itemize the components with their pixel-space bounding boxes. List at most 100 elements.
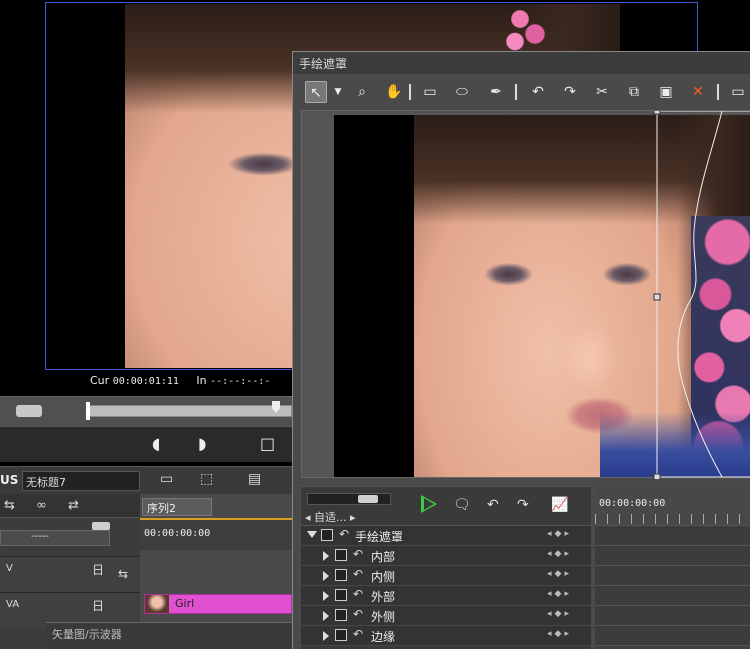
mask-handle xyxy=(653,111,661,115)
open-icon[interactable]: ⬚ xyxy=(200,471,213,487)
undo-icon[interactable]: ↶ xyxy=(487,497,499,513)
cut-icon[interactable]: ✂ xyxy=(591,81,613,103)
keyframe-nav-icon[interactable]: ◂◆▸ xyxy=(547,629,572,639)
chevron-down-icon[interactable]: ▼ xyxy=(327,81,349,103)
expand-icon[interactable] xyxy=(323,571,329,581)
copy-icon[interactable]: ⧉ xyxy=(623,81,645,103)
tree-row[interactable]: ↶ 边缘 ◂◆▸ xyxy=(301,626,591,646)
sync-icon[interactable]: ⇄ xyxy=(68,498,79,513)
tree-row[interactable]: ↶ 外部 ◂◆▸ xyxy=(301,586,591,606)
track-name: V xyxy=(6,563,13,574)
reset-icon[interactable]: ↶ xyxy=(353,607,363,621)
keyframe-timeline[interactable]: 00:00:00:00 xyxy=(595,486,750,649)
hand-drawn-mask-dialog: 手绘遮罩 ↖ ▼ ⌕ ✋ ▭ ⬭ ✒ ↶ ↷ ✂ ⧉ ▣ ✕ ▭ ◂ 自适...… xyxy=(292,51,750,649)
ruler-ticks xyxy=(595,514,750,524)
transport-bar: ◖ ◗ □ xyxy=(0,426,292,462)
ellipse-icon[interactable]: ⬭ xyxy=(451,81,473,103)
reset-icon[interactable]: ↶ xyxy=(339,527,349,541)
reset-icon[interactable]: ↶ xyxy=(353,627,363,641)
keyframe-nav-icon[interactable]: ◂◆▸ xyxy=(547,609,572,619)
clip-thumbnail xyxy=(145,595,169,613)
shuttle-knob[interactable] xyxy=(16,405,42,417)
fit-selector[interactable]: ◂ 自适... ▸ xyxy=(305,509,391,524)
keyframe-row[interactable] xyxy=(595,526,750,546)
keyframe-row[interactable] xyxy=(595,566,750,586)
track-v[interactable]: V 日 ⇆ xyxy=(0,556,140,592)
expand-icon[interactable] xyxy=(323,551,329,561)
play-icon[interactable] xyxy=(421,495,437,513)
tree-row[interactable]: ↶ 手绘遮罩 ◂◆▸ xyxy=(301,526,591,546)
mask-overlay[interactable] xyxy=(302,111,750,479)
view-icon[interactable]: ▭ xyxy=(727,81,749,103)
tree-row[interactable]: ↶ 内部 ◂◆▸ xyxy=(301,546,591,566)
track-scroll-handle[interactable] xyxy=(92,522,110,530)
enable-checkbox[interactable] xyxy=(321,529,333,541)
hand-icon[interactable]: ✋ xyxy=(383,81,405,103)
keyframe-nav-icon[interactable]: ◂◆▸ xyxy=(547,529,572,539)
enable-checkbox[interactable] xyxy=(335,609,347,621)
pen-icon[interactable]: ✒ xyxy=(485,81,507,103)
keyframe-row[interactable] xyxy=(595,626,750,646)
new-file-icon[interactable]: ▭ xyxy=(160,471,173,487)
set-in-icon[interactable]: ◖ xyxy=(152,435,160,453)
timeline-ruler[interactable]: 00:00:00:00 xyxy=(140,518,292,550)
ripple-icon[interactable]: ⇆ xyxy=(4,498,15,513)
toolbar-separator xyxy=(409,84,411,100)
tree-row[interactable]: ↶ 外侧 ◂◆▸ xyxy=(301,606,591,626)
keyframe-nav-icon[interactable]: ◂◆▸ xyxy=(547,549,572,559)
next-arrow-icon[interactable]: ▸ xyxy=(350,511,356,524)
timecode-row: Cur 00:00:01:11 In --:--:--:- xyxy=(90,374,270,387)
mask-zoom-slider[interactable] xyxy=(307,493,391,505)
keyframe-timecode: 00:00:00:00 xyxy=(599,498,666,509)
position-slider[interactable] xyxy=(86,405,292,417)
mask-bounding-box xyxy=(656,111,750,478)
keyframe-row[interactable] xyxy=(595,546,750,566)
keyframe-ruler[interactable]: 00:00:00:00 xyxy=(595,486,750,526)
track-dropdown[interactable]: ----- xyxy=(0,530,110,546)
delete-icon[interactable]: ✕ xyxy=(687,81,709,103)
expand-icon[interactable] xyxy=(323,611,329,621)
mask-handle xyxy=(653,473,661,479)
app-logo: US xyxy=(0,473,19,487)
expand-icon[interactable] xyxy=(323,631,329,641)
rectangle-icon[interactable]: ▭ xyxy=(419,81,441,103)
keyframe-row[interactable] xyxy=(595,606,750,626)
redo-icon[interactable]: ↷ xyxy=(559,81,581,103)
save-icon[interactable]: ▤ xyxy=(248,471,261,487)
track-lock-icon[interactable]: 日 xyxy=(92,561,104,578)
prev-arrow-icon[interactable]: ◂ xyxy=(305,511,311,524)
keyframe-row[interactable] xyxy=(595,586,750,606)
clip-girl[interactable]: Girl xyxy=(144,594,292,614)
keyframe-nav-icon[interactable]: ◂◆▸ xyxy=(547,569,572,579)
tree-row[interactable]: ↶ 内侧 ◂◆▸ xyxy=(301,566,591,586)
sequence-tab[interactable]: 序列2 xyxy=(142,498,212,516)
redo-icon[interactable]: ↷ xyxy=(517,497,529,513)
project-name-field[interactable]: 无标题7 xyxy=(22,471,140,491)
keyframe-nav-icon[interactable]: ◂◆▸ xyxy=(547,589,572,599)
track-sync-icon[interactable]: ⇆ xyxy=(118,567,128,581)
tree-label: 外侧 xyxy=(371,610,396,624)
link-icon[interactable]: ∞ xyxy=(36,498,47,513)
cur-timecode: 00:00:01:11 xyxy=(112,376,179,387)
graph-icon[interactable]: 📈 xyxy=(551,497,568,513)
enable-checkbox[interactable] xyxy=(335,589,347,601)
expand-icon[interactable] xyxy=(307,531,317,538)
track-lock-icon[interactable]: 日 xyxy=(92,597,104,614)
undo-icon[interactable]: ↶ xyxy=(527,81,549,103)
reset-icon[interactable]: ↶ xyxy=(353,547,363,561)
enable-checkbox[interactable] xyxy=(335,569,347,581)
comment-icon[interactable]: 🗨 xyxy=(453,497,471,513)
set-out-icon[interactable]: ◗ xyxy=(198,435,206,453)
pointer-icon[interactable]: ↖ xyxy=(305,81,327,103)
scope-panel-title[interactable]: 矢量图/示波器 xyxy=(46,622,292,649)
enable-checkbox[interactable] xyxy=(335,629,347,641)
stop-icon[interactable]: □ xyxy=(260,435,275,453)
paste-icon[interactable]: ▣ xyxy=(655,81,677,103)
enable-checkbox[interactable] xyxy=(335,549,347,561)
reset-icon[interactable]: ↶ xyxy=(353,587,363,601)
expand-icon[interactable] xyxy=(323,591,329,601)
mask-canvas[interactable] xyxy=(301,110,750,479)
mask-toolbar: ↖ ▼ ⌕ ✋ ▭ ⬭ ✒ ↶ ↷ ✂ ⧉ ▣ ✕ ▭ xyxy=(301,78,750,106)
zoom-icon[interactable]: ⌕ xyxy=(351,81,373,103)
reset-icon[interactable]: ↶ xyxy=(353,567,363,581)
